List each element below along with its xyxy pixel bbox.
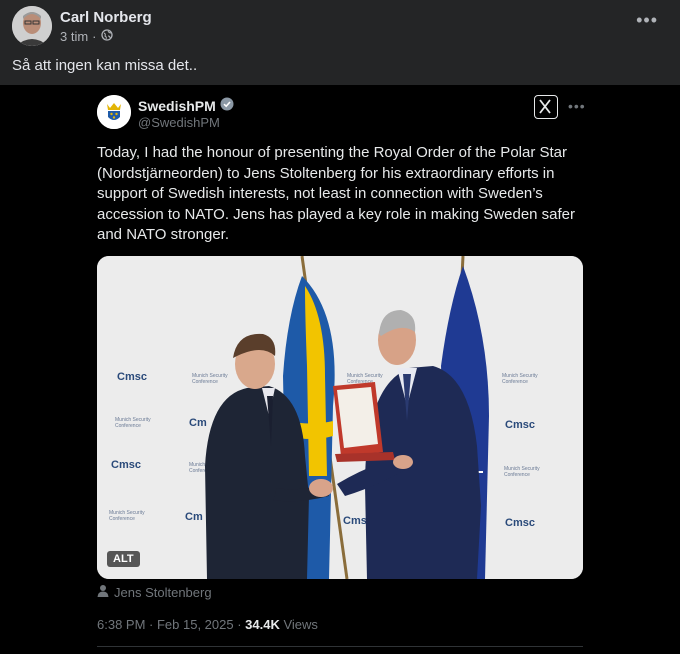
svg-text:Cmsc: Cmsc xyxy=(111,459,141,471)
tweet-author-avatar[interactable] xyxy=(97,95,131,129)
x-logo-icon[interactable] xyxy=(534,95,558,119)
more-options-icon[interactable]: ••• xyxy=(636,11,658,29)
person-icon xyxy=(97,584,109,600)
svg-text:Cmsc: Cmsc xyxy=(505,517,535,529)
alt-text-badge[interactable]: ALT xyxy=(107,551,140,567)
post-meta: 3 tim · xyxy=(60,29,113,44)
tagged-person-name: Jens Stoltenberg xyxy=(114,584,212,600)
svg-text:Conference: Conference xyxy=(502,379,528,385)
views-label: Views xyxy=(283,617,318,632)
svg-text:Cmsc: Cmsc xyxy=(505,419,535,431)
post-time[interactable]: 3 tim xyxy=(60,29,88,44)
post-text: Så att ingen kan missa det.. xyxy=(12,57,198,74)
svg-text:Cmsc: Cmsc xyxy=(117,371,147,383)
tweet-timestamp-row: 6:38 PM · Feb 15, 2025 · 34.4K Views xyxy=(97,617,318,632)
svg-text:Conference: Conference xyxy=(504,472,530,478)
tweet-photo[interactable]: Cmsc Cmsc Cm Cm Cmsc Cmsc Cmsc Munich Se… xyxy=(97,256,583,579)
author-avatar[interactable] xyxy=(12,6,52,46)
tweet-author-handle[interactable]: @SwedishPM xyxy=(138,115,220,130)
tagged-person[interactable]: Jens Stoltenberg xyxy=(97,584,212,600)
views-count: 34.4K xyxy=(245,617,280,632)
tweet-author-name[interactable]: SwedishPM xyxy=(138,97,234,114)
meta-separator: · xyxy=(92,29,97,44)
verified-badge-icon xyxy=(220,97,234,114)
tweet-text: Today, I had the honour of presenting th… xyxy=(97,144,576,243)
svg-text:Conference: Conference xyxy=(192,379,218,385)
svg-text:Conference: Conference xyxy=(109,516,135,522)
globe-icon xyxy=(100,29,113,44)
tweet-timestamp[interactable]: 6:38 PM · Feb 15, 2025 · xyxy=(97,617,245,632)
svg-text:Cm: Cm xyxy=(189,417,207,429)
author-name[interactable]: Carl Norberg xyxy=(60,9,152,26)
tweet-more-icon[interactable]: ••• xyxy=(568,98,586,114)
tweet-author-name-text: SwedishPM xyxy=(138,97,216,114)
facebook-post-header: Carl Norberg 3 tim · ••• Så att ingen ka… xyxy=(0,0,680,84)
svg-text:Conference: Conference xyxy=(115,423,141,429)
tweet-divider xyxy=(97,646,583,647)
svg-text:Cm: Cm xyxy=(185,511,203,523)
